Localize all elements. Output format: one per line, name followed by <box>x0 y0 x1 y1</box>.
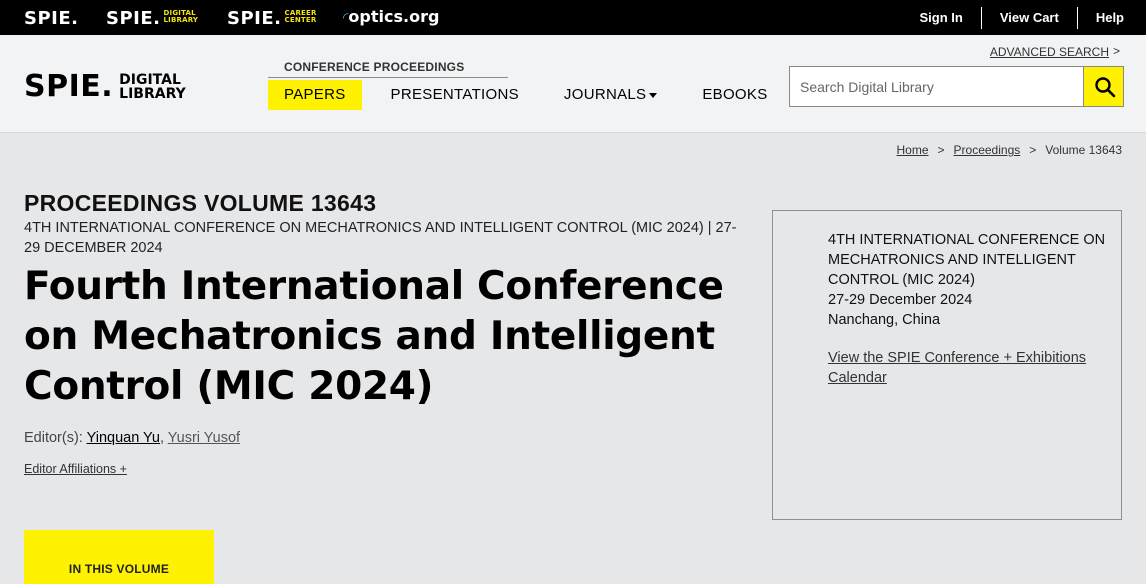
page-title: Fourth International Conference on Mecha… <box>24 264 724 409</box>
logo-digital-library-text: DIGITAL LIBRARY <box>119 71 186 102</box>
sign-in-link[interactable]: Sign In <box>901 7 980 29</box>
editors-label: Editor(s): <box>24 430 87 446</box>
optics-org-link[interactable]: ◜optics.org <box>343 7 439 26</box>
conference-info: 4TH INTERNATIONAL CONFERENCE ON MECHATRO… <box>828 230 1120 330</box>
editors-line: Editor(s): Yinquan Yu, Yusri Yusof <box>24 430 241 446</box>
chevron-down-icon <box>649 92 658 98</box>
conference-name: 4TH INTERNATIONAL CONFERENCE ON MECHATRO… <box>828 232 1106 288</box>
conference-proceedings-label: CONFERENCE PROCEEDINGS <box>268 60 508 78</box>
advanced-search-link[interactable]: ADVANCED SEARCH <box>990 45 1109 59</box>
breadcrumb-current: Volume 13643 <box>1045 143 1122 157</box>
nav-journals[interactable]: JOURNALS <box>548 80 673 110</box>
search-input[interactable] <box>789 66 1084 107</box>
nav-papers[interactable]: PAPERS <box>268 80 362 110</box>
main-nav: PAPERS PRESENTATIONS JOURNALS EBOOKS <box>268 80 797 110</box>
conference-calendar-link[interactable]: View the SPIE Conference + Exhibitions C… <box>828 348 1098 388</box>
search-icon <box>1095 77 1116 98</box>
conference-subtitle: 4TH INTERNATIONAL CONFERENCE ON MECHATRO… <box>24 220 737 256</box>
career-center-sublabel: CAREER CENTER <box>284 9 317 24</box>
editor-link[interactable]: Yinquan Yu <box>87 430 160 446</box>
conference-info-box: 4TH INTERNATIONAL CONFERENCE ON MECHATRO… <box>772 210 1122 520</box>
site-header: SPIE. DIGITAL LIBRARY CONFERENCE PROCEEDI… <box>0 35 1146 133</box>
conference-dates: 27-29 December 2024 <box>828 292 973 308</box>
spie-digital-library-logo[interactable]: SPIE. DIGITAL LIBRARY <box>24 69 186 104</box>
editor-link[interactable]: Yusri Yusof <box>168 430 240 446</box>
breadcrumb-separator: > <box>937 143 945 157</box>
editor-affiliations-toggle[interactable]: Editor Affiliations + <box>24 462 127 476</box>
volume-heading: PROCEEDINGS VOLUME 13643 <box>24 190 377 216</box>
spie-home-link[interactable]: SPIE. <box>24 8 79 29</box>
nav-ebooks[interactable]: EBOOKS <box>686 80 783 110</box>
breadcrumb-separator: > <box>1029 143 1037 157</box>
breadcrumb: Home > Proceedings > Volume 13643 <box>897 143 1123 157</box>
in-this-volume-button[interactable]: IN THIS VOLUME <box>24 530 214 584</box>
chevron-right-icon: > <box>1112 44 1120 58</box>
conference-location: Nanchang, China <box>828 312 941 328</box>
digital-library-sublabel: DIGITAL LIBRARY <box>163 9 199 24</box>
account-links: Sign In View Cart Help <box>901 0 1146 35</box>
help-link[interactable]: Help <box>1076 6 1146 29</box>
spie-career-center-link[interactable]: SPIE. CAREER CENTER <box>227 8 317 29</box>
search-button[interactable] <box>1083 66 1124 107</box>
view-cart-link[interactable]: View Cart <box>980 6 1077 29</box>
breadcrumb-home[interactable]: Home <box>897 143 929 157</box>
top-bar: SPIE. SPIE. DIGITAL LIBRARY SPIE. CAREER CEN… <box>0 0 1146 40</box>
breadcrumb-proceedings[interactable]: Proceedings <box>954 143 1021 157</box>
nav-presentations[interactable]: PRESENTATIONS <box>375 80 535 110</box>
spie-digital-library-link[interactable]: SPIE. DIGITAL LIBRARY <box>106 8 199 40</box>
